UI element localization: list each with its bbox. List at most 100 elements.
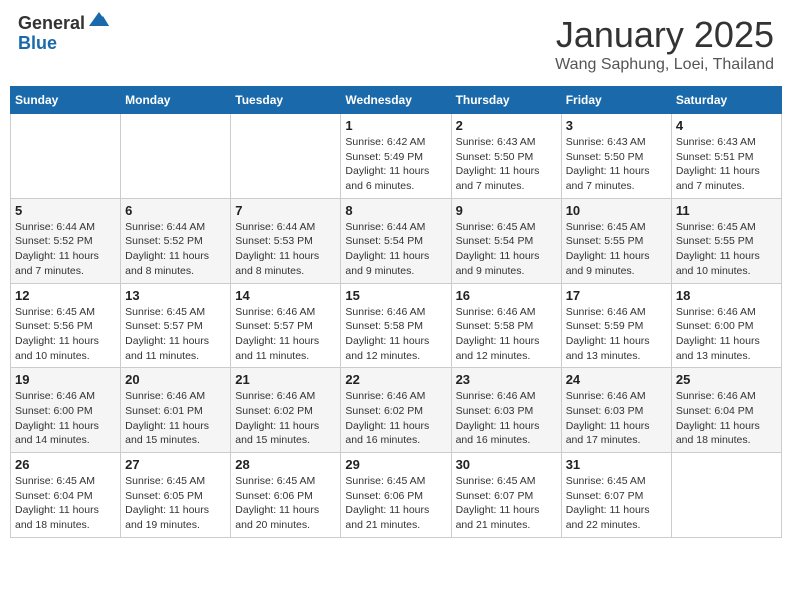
month-title: January 2025 [555, 14, 774, 56]
logo-blue-text: Blue [18, 34, 111, 54]
day-number: 24 [566, 372, 667, 387]
calendar-day-cell: 2 Sunrise: 6:43 AMSunset: 5:50 PMDaylight… [451, 114, 561, 199]
logo-general-text: General [18, 14, 85, 34]
day-number: 11 [676, 203, 777, 218]
day-number: 31 [566, 457, 667, 472]
weekday-header: Thursday [451, 87, 561, 114]
day-info: Sunrise: 6:43 AMSunset: 5:51 PMDaylight:… [676, 135, 777, 194]
day-info: Sunrise: 6:43 AMSunset: 5:50 PMDaylight:… [566, 135, 667, 194]
day-number: 7 [235, 203, 336, 218]
logo-icon [87, 8, 111, 32]
calendar-day-cell: 7 Sunrise: 6:44 AMSunset: 5:53 PMDaylight… [231, 198, 341, 283]
calendar-day-cell: 1 Sunrise: 6:42 AMSunset: 5:49 PMDaylight… [341, 114, 451, 199]
calendar-day-cell: 10 Sunrise: 6:45 AMSunset: 5:55 PMDayligh… [561, 198, 671, 283]
weekday-header: Wednesday [341, 87, 451, 114]
calendar-day-cell: 11 Sunrise: 6:45 AMSunset: 5:55 PMDayligh… [671, 198, 781, 283]
calendar-day-cell: 23Sunrise: 6:46 AMSunset: 6:03 PMDayligh… [451, 368, 561, 453]
day-number: 19 [15, 372, 116, 387]
weekday-header: Saturday [671, 87, 781, 114]
calendar-day-cell: 6 Sunrise: 6:44 AMSunset: 5:52 PMDaylight… [121, 198, 231, 283]
day-number: 26 [15, 457, 116, 472]
day-info: Sunrise: 6:46 AMSunset: 5:58 PMDaylight:… [456, 305, 557, 364]
calendar-day-cell: 12Sunrise: 6:45 AMSunset: 5:56 PMDayligh… [11, 283, 121, 368]
calendar-week-row: 26 Sunrise: 6:45 AMSunset: 6:04 PMDayligh… [11, 453, 782, 538]
day-info: Sunrise: 6:44 AMSunset: 5:52 PMDaylight:… [15, 220, 116, 279]
day-info: Sunrise: 6:46 AMSunset: 6:00 PMDaylight:… [15, 389, 116, 448]
day-info: Sunrise: 6:44 AMSunset: 5:54 PMDaylight:… [345, 220, 446, 279]
calendar-day-cell [671, 453, 781, 538]
day-info: Sunrise: 6:45 AMSunset: 5:57 PMDaylight:… [125, 305, 226, 364]
calendar-day-cell: 15 Sunrise: 6:46 AMSunset: 5:58 PMDayligh… [341, 283, 451, 368]
calendar-day-cell: 18 Sunrise: 6:46 AMSunset: 6:00 PMDayligh… [671, 283, 781, 368]
calendar-day-cell: 22Sunrise: 6:46 AMSunset: 6:02 PMDayligh… [341, 368, 451, 453]
location-title: Wang Saphung, Loei, Thailand [555, 56, 774, 74]
day-number: 5 [15, 203, 116, 218]
calendar-day-cell: 3 Sunrise: 6:43 AMSunset: 5:50 PMDaylight… [561, 114, 671, 199]
day-info: Sunrise: 6:45 AMSunset: 6:07 PMDaylight:… [456, 474, 557, 533]
day-info: Sunrise: 6:46 AMSunset: 6:02 PMDaylight:… [345, 389, 446, 448]
day-number: 10 [566, 203, 667, 218]
calendar-day-cell: 16Sunrise: 6:46 AMSunset: 5:58 PMDayligh… [451, 283, 561, 368]
day-info: Sunrise: 6:45 AMSunset: 5:56 PMDaylight:… [15, 305, 116, 364]
calendar-day-cell: 20Sunrise: 6:46 AMSunset: 6:01 PMDayligh… [121, 368, 231, 453]
day-info: Sunrise: 6:43 AMSunset: 5:50 PMDaylight:… [456, 135, 557, 194]
day-number: 29 [345, 457, 446, 472]
logo: General Blue [18, 14, 111, 54]
weekday-header: Monday [121, 87, 231, 114]
day-info: Sunrise: 6:45 AMSunset: 6:04 PMDaylight:… [15, 474, 116, 533]
day-info: Sunrise: 6:45 AMSunset: 6:06 PMDaylight:… [235, 474, 336, 533]
calendar-day-cell: 8 Sunrise: 6:44 AMSunset: 5:54 PMDaylight… [341, 198, 451, 283]
day-number: 3 [566, 118, 667, 133]
title-section: January 2025 Wang Saphung, Loei, Thailan… [555, 14, 774, 74]
day-number: 30 [456, 457, 557, 472]
calendar-day-cell: 30 Sunrise: 6:45 AMSunset: 6:07 PMDayligh… [451, 453, 561, 538]
calendar-day-cell: 31 Sunrise: 6:45 AMSunset: 6:07 PMDayligh… [561, 453, 671, 538]
calendar-day-cell: 29 Sunrise: 6:45 AMSunset: 6:06 PMDayligh… [341, 453, 451, 538]
day-info: Sunrise: 6:46 AMSunset: 6:04 PMDaylight:… [676, 389, 777, 448]
day-info: Sunrise: 6:45 AMSunset: 5:55 PMDaylight:… [566, 220, 667, 279]
weekday-header: Friday [561, 87, 671, 114]
day-number: 17 [566, 288, 667, 303]
day-info: Sunrise: 6:45 AMSunset: 5:54 PMDaylight:… [456, 220, 557, 279]
day-info: Sunrise: 6:45 AMSunset: 5:55 PMDaylight:… [676, 220, 777, 279]
calendar-week-row: 1 Sunrise: 6:42 AMSunset: 5:49 PMDaylight… [11, 114, 782, 199]
day-number: 8 [345, 203, 446, 218]
day-number: 21 [235, 372, 336, 387]
day-number: 15 [345, 288, 446, 303]
day-info: Sunrise: 6:46 AMSunset: 6:00 PMDaylight:… [676, 305, 777, 364]
calendar-day-cell: 27 Sunrise: 6:45 AMSunset: 6:05 PMDayligh… [121, 453, 231, 538]
day-number: 14 [235, 288, 336, 303]
page-header: General Blue January 2025 Wang Saphung, … [10, 10, 782, 78]
day-info: Sunrise: 6:45 AMSunset: 6:05 PMDaylight:… [125, 474, 226, 533]
day-number: 25 [676, 372, 777, 387]
day-info: Sunrise: 6:45 AMSunset: 6:06 PMDaylight:… [345, 474, 446, 533]
day-info: Sunrise: 6:44 AMSunset: 5:52 PMDaylight:… [125, 220, 226, 279]
calendar-day-cell: 14 Sunrise: 6:46 AMSunset: 5:57 PMDayligh… [231, 283, 341, 368]
day-info: Sunrise: 6:46 AMSunset: 5:57 PMDaylight:… [235, 305, 336, 364]
calendar-day-cell: 9Sunrise: 6:45 AMSunset: 5:54 PMDaylight… [451, 198, 561, 283]
day-number: 1 [345, 118, 446, 133]
day-number: 13 [125, 288, 226, 303]
calendar-day-cell: 25 Sunrise: 6:46 AMSunset: 6:04 PMDayligh… [671, 368, 781, 453]
calendar-day-cell: 4Sunrise: 6:43 AMSunset: 5:51 PMDaylight… [671, 114, 781, 199]
day-number: 20 [125, 372, 226, 387]
day-number: 23 [456, 372, 557, 387]
day-info: Sunrise: 6:46 AMSunset: 6:02 PMDaylight:… [235, 389, 336, 448]
day-info: Sunrise: 6:42 AMSunset: 5:49 PMDaylight:… [345, 135, 446, 194]
day-info: Sunrise: 6:45 AMSunset: 6:07 PMDaylight:… [566, 474, 667, 533]
weekday-header-row: SundayMondayTuesdayWednesdayThursdayFrid… [11, 87, 782, 114]
calendar-day-cell: 13 Sunrise: 6:45 AMSunset: 5:57 PMDayligh… [121, 283, 231, 368]
day-number: 27 [125, 457, 226, 472]
day-number: 18 [676, 288, 777, 303]
calendar-week-row: 12Sunrise: 6:45 AMSunset: 5:56 PMDayligh… [11, 283, 782, 368]
day-info: Sunrise: 6:44 AMSunset: 5:53 PMDaylight:… [235, 220, 336, 279]
calendar-day-cell [231, 114, 341, 199]
day-number: 2 [456, 118, 557, 133]
calendar-day-cell: 17Sunrise: 6:46 AMSunset: 5:59 PMDayligh… [561, 283, 671, 368]
day-info: Sunrise: 6:46 AMSunset: 5:58 PMDaylight:… [345, 305, 446, 364]
calendar-day-cell [11, 114, 121, 199]
calendar-table: SundayMondayTuesdayWednesdayThursdayFrid… [10, 86, 782, 538]
calendar-day-cell: 5 Sunrise: 6:44 AMSunset: 5:52 PMDaylight… [11, 198, 121, 283]
day-number: 28 [235, 457, 336, 472]
day-number: 6 [125, 203, 226, 218]
